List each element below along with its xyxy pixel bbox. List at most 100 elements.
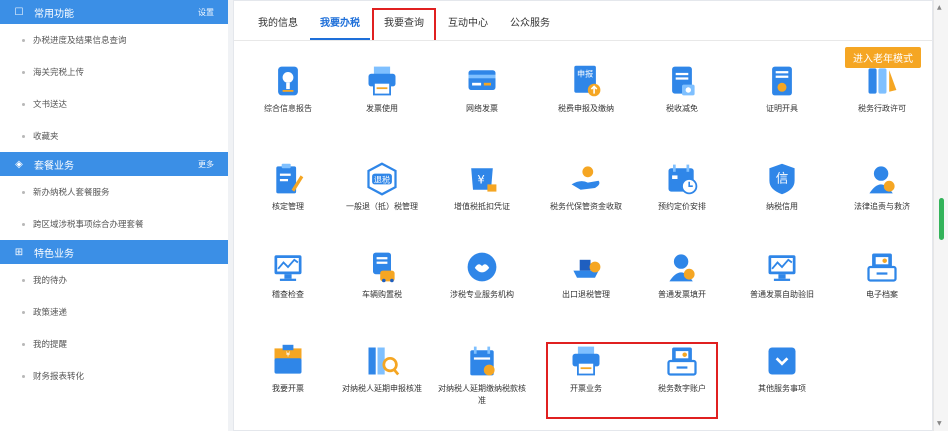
sidebar-item[interactable]: 我的待办 (0, 264, 228, 296)
service-label: 核定管理 (272, 202, 304, 211)
sidebar-section-link[interactable]: 设置 (198, 7, 214, 18)
service-item[interactable]: 对纳税人延期缴纳税款核准 (434, 343, 530, 407)
register-icon: ¥ (240, 343, 336, 379)
service-label: 法律追责与救济 (854, 202, 910, 211)
sidebar-item[interactable]: 跨区域涉税事项综合办理套餐 (0, 208, 228, 240)
service-label: 增值税抵扣凭证 (454, 202, 510, 211)
delay-pay-icon (434, 343, 530, 379)
highlight-box (546, 342, 718, 419)
bullet-dot (22, 310, 25, 314)
legal-icon (834, 161, 930, 197)
printer-icon (334, 63, 430, 99)
document-icon (634, 63, 730, 99)
service-label: 一般退（抵）税管理 (346, 202, 418, 211)
service-item[interactable]: 普通发票自助验旧 (734, 249, 830, 301)
service-item[interactable]: 其他服务事项 (734, 343, 830, 395)
service-item[interactable]: 税务行政许可 (834, 63, 930, 115)
service-item[interactable]: 稽查检查 (240, 249, 336, 301)
square-icon: ☐ (14, 6, 24, 18)
service-item[interactable]: 预约定价安排 (634, 161, 730, 213)
sidebar-item-label: 政策速递 (33, 308, 68, 318)
tab-item[interactable]: 我要办税 (310, 10, 370, 40)
service-label: 综合信息报告 (264, 104, 312, 113)
bullet-dot (22, 102, 25, 106)
sidebar-section-link[interactable]: 更多 (198, 159, 214, 170)
service-label: 车辆购置税 (362, 290, 402, 299)
vehicle-tax-icon (334, 249, 430, 285)
ship-icon (538, 249, 634, 285)
invoice-check-icon (734, 249, 830, 285)
sidebar-item[interactable]: 海关完税上传 (0, 56, 228, 88)
scroll-up-arrow-icon[interactable]: ▲ (937, 4, 942, 11)
refund-icon: 退税 (334, 161, 430, 197)
service-item[interactable]: 税务代保管资金收取 (538, 161, 634, 213)
bullet-dot (22, 342, 25, 346)
service-item[interactable]: 退税一般退（抵）税管理 (334, 161, 430, 213)
service-item[interactable]: 网络发票 (434, 63, 530, 115)
tab-item[interactable]: 我的信息 (248, 10, 308, 40)
sidebar-item-label: 新办纳税人套餐服务 (33, 188, 110, 198)
service-item[interactable]: 法律追责与救济 (834, 161, 930, 213)
service-label: 对纳税人延期缴纳税款核准 (438, 384, 526, 405)
sidebar-item[interactable]: 办税进度及结果信息查询 (0, 24, 228, 56)
monitor-chart-icon (240, 249, 336, 285)
sidebar-item[interactable]: 新办纳税人套餐服务 (0, 176, 228, 208)
service-item[interactable]: 核定管理 (240, 161, 336, 213)
sidebar-item[interactable]: 文书送达 (0, 88, 228, 120)
service-item[interactable]: 出口退税管理 (538, 249, 634, 301)
bullet-dot (22, 278, 25, 282)
tab-item[interactable]: 互动中心 (438, 10, 498, 40)
service-label: 证明开具 (766, 104, 798, 113)
sidebar-section-header: ⊞ 特色业务 (0, 240, 228, 264)
service-label: 出口退税管理 (562, 290, 610, 299)
declare-icon: 申报 (538, 63, 634, 99)
sidebar-section-header: ☐ 常用功能 设置 (0, 0, 228, 24)
scrollbar[interactable]: ▲ ▼ (933, 0, 948, 431)
service-item[interactable]: ¥ 增值税抵扣凭证 (434, 161, 530, 213)
tab-bar: 我的信息 我要办税 我要查询 互动中心 公众服务 (234, 1, 932, 41)
service-item[interactable]: 发票使用 (334, 63, 430, 115)
service-item[interactable]: 申报 税费申报及缴纳 (538, 63, 634, 115)
service-item[interactable]: 普通发票填开 (634, 249, 730, 301)
tab-item[interactable]: 公众服务 (500, 10, 560, 40)
sidebar-item-label: 文书送达 (33, 100, 68, 110)
bullet-dot (22, 222, 25, 226)
service-item[interactable]: 对纳税人延期申报核准 (334, 343, 430, 395)
service-item[interactable]: ¥ 我要开票 (240, 343, 336, 395)
service-label: 纳税信用 (766, 202, 798, 211)
service-item[interactable]: 电子档案 (834, 249, 930, 301)
service-item[interactable]: 信纳税信用 (734, 161, 830, 213)
svg-text:¥: ¥ (286, 350, 291, 359)
main-panel: 我的信息 我要办税 我要查询 互动中心 公众服务 进入老年模式 综合信息报告 发票使用 网络… (233, 0, 933, 431)
service-label: 我要开票 (272, 384, 304, 393)
service-item[interactable]: 综合信息报告 (240, 63, 336, 115)
other-service-icon (734, 343, 830, 379)
service-label: 普通发票自助验旧 (750, 290, 814, 299)
service-label: 发票使用 (366, 104, 398, 113)
scroll-down-arrow-icon[interactable]: ▼ (937, 420, 942, 427)
service-label: 涉税专业服务机构 (450, 290, 514, 299)
service-item[interactable]: 证明开具 (734, 63, 830, 115)
edit-doc-icon (240, 161, 336, 197)
service-label: 税务行政许可 (858, 104, 906, 113)
svg-text:申报: 申报 (577, 69, 593, 79)
tab-item[interactable]: 我要查询 (372, 8, 436, 40)
service-label: 稽查检查 (272, 290, 304, 299)
scroll-thumb[interactable] (939, 198, 944, 240)
sidebar-item[interactable]: 财务报表转化 (0, 360, 228, 392)
bullet-dot (22, 134, 25, 138)
sidebar-item-label: 收藏夹 (33, 132, 59, 142)
sidebar-item[interactable]: 收藏夹 (0, 120, 228, 152)
sidebar-item[interactable]: 我的提醒 (0, 328, 228, 360)
credit-icon: 信 (734, 161, 830, 197)
icon-badge-text: 退税 (374, 175, 390, 185)
sidebar-section-title: 套餐业务 (34, 160, 74, 172)
service-item[interactable]: 车辆购置税 (334, 249, 430, 301)
archive-icon (834, 249, 930, 285)
sidebar-item[interactable]: 政策速递 (0, 296, 228, 328)
bullet-dot (22, 70, 25, 74)
delay-declare-icon (334, 343, 430, 379)
service-item[interactable]: 涉税专业服务机构 (434, 249, 530, 301)
service-item[interactable]: 税收减免 (634, 63, 730, 115)
service-label: 普通发票填开 (658, 290, 706, 299)
